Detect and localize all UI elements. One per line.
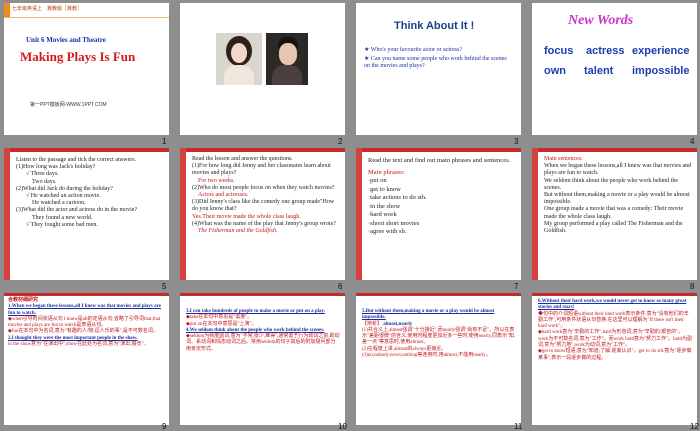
- lesson-title: Making Plays Is Fun: [20, 49, 136, 64]
- question: (3)What did the actor and actress do in …: [16, 207, 138, 214]
- slide-10[interactable]: 3.I can take hundreds of people to make …: [180, 293, 345, 425]
- actress-photo: [216, 33, 262, 85]
- slide-5[interactable]: Listen to the passage and tick the corre…: [4, 148, 169, 280]
- explanation: ◆seldom为频度副词,意为"不常,很少,难得",通常置于行为动词之前,助动词…: [186, 334, 340, 352]
- phrase-item: ·shoot short movies: [368, 219, 420, 227]
- slide-top-bar: [532, 293, 697, 296]
- slide-number: 12: [690, 422, 699, 431]
- question-2: ★ Can you name some people who work behi…: [364, 56, 507, 70]
- answer-option: They found a new world.: [32, 214, 93, 221]
- word-impossible: impossible: [632, 65, 690, 77]
- slide-number: 2: [338, 137, 343, 146]
- slide-number: 7: [514, 282, 519, 291]
- question: (4)What was the name of the play that Je…: [192, 220, 337, 227]
- slide-header-text: 七年级英语上 冀教版［冀教］: [12, 6, 83, 12]
- sentence-list: When we began these lessons,all I knew w…: [544, 163, 692, 235]
- slide-header-accent: [4, 3, 10, 17]
- slide-number: 4: [690, 137, 695, 146]
- slide-number: 8: [690, 282, 695, 291]
- slide-8[interactable]: Main sentences: When we began these less…: [532, 148, 697, 280]
- section-label: Main phrases:: [368, 168, 405, 176]
- answer: Yes.Their movie made the whole class lau…: [192, 213, 301, 220]
- slide-1[interactable]: 七年级英语上 冀教版［冀教］ Unit 6 Movies and Theatre…: [4, 3, 169, 135]
- slide-side-bar: [356, 148, 362, 280]
- key-sentence: 1.When we began these lessons,all I knew…: [8, 304, 161, 316]
- question: (3)Did Jenny's class like the comedy one…: [192, 199, 335, 213]
- slide-title: New Words: [568, 13, 634, 28]
- answer-option: √ He watched an action movie.: [26, 193, 101, 200]
- question: (1)For how long did Jenny and her classm…: [192, 163, 331, 177]
- slide-number: 3: [514, 137, 519, 146]
- explanation: (3)no,nobody,never,nothing等连用时,用almost,不…: [362, 353, 491, 359]
- slide-top-bar: [180, 148, 345, 152]
- actor-photo: [266, 33, 308, 85]
- explanation: ◆句中的介词短语without their hard work表示条件,意为"没…: [538, 311, 689, 330]
- answer-option: Two days.: [32, 178, 57, 185]
- slide-6[interactable]: Read the lesson and answer the questions…: [180, 148, 345, 280]
- slide-7[interactable]: Read the text and find out main phrases …: [356, 148, 521, 280]
- slide-title: Think About It !: [394, 20, 475, 32]
- slide-number: 5: [162, 282, 167, 291]
- slide-number: 11: [514, 422, 523, 431]
- slide-top-bar: [356, 293, 521, 296]
- explanation: ◆fun在本句中为名词,意为"有趣的人/物;逗人乐的事",是不可数名词。: [8, 329, 158, 335]
- word-talent: talent: [584, 65, 614, 77]
- slide-number: 9: [162, 422, 167, 431]
- phrase-item: ·take actions to do sth.: [368, 194, 427, 201]
- explanation: in the show意为"在演出中",show在此处为名词,意为"演出;展览"…: [8, 342, 149, 348]
- slide-4[interactable]: New Words focus actress experience own t…: [532, 3, 697, 135]
- slide-3[interactable]: Think About It ! ★ Who's your favourite …: [356, 3, 521, 135]
- phrase-item: ·put on: [368, 177, 387, 184]
- answer-option: √ They fought some bad men.: [26, 221, 98, 228]
- question: (2)What did Jack do during the holiday?: [16, 185, 113, 192]
- slide-top-bar: [356, 148, 521, 152]
- phrase-item: ·in the show: [368, 202, 401, 210]
- answer: For two weeks.: [198, 177, 235, 184]
- word-own: own: [544, 65, 566, 77]
- word-actress: actress: [586, 45, 625, 57]
- slide-side-bar: [4, 148, 10, 280]
- question-1: ★ Who's your favourite actor or actress?: [364, 47, 462, 53]
- slide-number: 6: [338, 282, 343, 291]
- section-label: Main sentences:: [544, 156, 583, 162]
- slide-top-bar: [4, 148, 169, 152]
- word-experience: experience: [632, 45, 690, 57]
- slide-11[interactable]: 5.But without them,making a movie or a p…: [356, 293, 521, 425]
- slide-number: 1: [162, 137, 167, 146]
- instruction: Read the text and find out main phrases …: [368, 157, 511, 164]
- slide-top-bar: [4, 293, 169, 296]
- key-sentence: 5.But without them,making a movie or a p…: [362, 309, 495, 321]
- explanation: (1)共合义上,almost强调"十分接近",而nearly强调"尚有不足"。所…: [362, 327, 516, 346]
- explanation: ◆hard work意为"辛勤的工作",hard为形容词,意为"辛勤的;艰苦的"…: [538, 330, 692, 349]
- slide-9[interactable]: 合教材细研究 1.When we began these lessons,all…: [4, 293, 169, 425]
- slide-top-bar: [532, 148, 697, 152]
- phrase-item: ·get to know: [368, 185, 401, 193]
- explanation: ◆when引导时间状语从句 I knew是all的定语从句,省略了引导词that…: [8, 316, 161, 329]
- slide-top-bar: [180, 293, 345, 296]
- slide-side-bar: [532, 148, 538, 280]
- word-focus: focus: [544, 45, 574, 57]
- phrase-item: ·agree with sb.: [368, 228, 407, 235]
- question: (2)Who do most people focus on when they…: [192, 184, 335, 191]
- answer-option: √ Three days.: [26, 171, 59, 178]
- answer: The Fisherman and the Goldfish.: [198, 228, 278, 235]
- slide-12[interactable]: 6.Without their hard work,we would never…: [532, 293, 697, 425]
- slide-number: 10: [338, 422, 347, 431]
- slide-side-bar: [180, 148, 186, 280]
- footer-text: 第一PPT模板网-WWW.1PPT.COM: [30, 102, 107, 108]
- key-sentence: 6.Without their hard work,we would never…: [538, 299, 687, 311]
- unit-title: Unit 6 Movies and Theatre: [26, 36, 106, 44]
- explanation: ◆get to know短语,意为"知道;了解;逐渐认识"。get to do …: [538, 349, 692, 361]
- phrase-item: ·hard work: [368, 211, 397, 218]
- slide-2[interactable]: [180, 3, 345, 135]
